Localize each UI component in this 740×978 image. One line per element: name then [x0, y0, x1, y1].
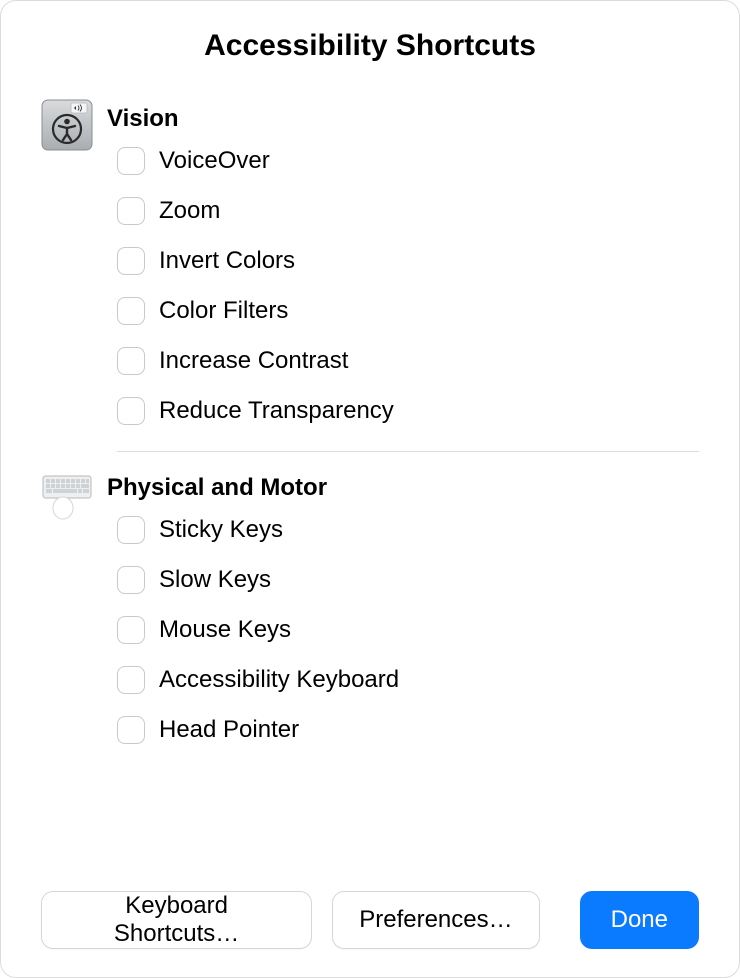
option-accessibility-keyboard: Accessibility Keyboard — [117, 666, 699, 694]
checkbox-slow-keys[interactable] — [117, 566, 145, 594]
checkbox-head-pointer[interactable] — [117, 716, 145, 744]
option-reduce-transparency: Reduce Transparency — [117, 397, 699, 425]
checkbox-mouse-keys[interactable] — [117, 616, 145, 644]
option-sticky-keys: Sticky Keys — [117, 516, 699, 544]
label-slow-keys: Slow Keys — [159, 566, 271, 594]
checkbox-sticky-keys[interactable] — [117, 516, 145, 544]
sections-container: Vision VoiceOver Zoom Invert Colors — [41, 105, 699, 871]
checkbox-reduce-transparency[interactable] — [117, 397, 145, 425]
keyboard-shortcuts-button[interactable]: Keyboard Shortcuts… — [41, 891, 312, 949]
label-head-pointer: Head Pointer — [159, 716, 299, 744]
section-physical: Physical and Motor Sticky Keys Slow Keys… — [41, 474, 699, 744]
checkbox-zoom[interactable] — [117, 197, 145, 225]
label-invert-colors: Invert Colors — [159, 247, 295, 275]
label-accessibility-keyboard: Accessibility Keyboard — [159, 666, 399, 694]
panel-title: Accessibility Shortcuts — [41, 29, 699, 63]
section-physical-body: Physical and Motor Sticky Keys Slow Keys… — [107, 474, 699, 744]
checkbox-voiceover[interactable] — [117, 147, 145, 175]
label-color-filters: Color Filters — [159, 297, 288, 325]
option-zoom: Zoom — [117, 197, 699, 225]
option-color-filters: Color Filters — [117, 297, 699, 325]
accessibility-shortcuts-panel: Accessibility Shortcuts — [0, 0, 740, 978]
section-divider — [117, 451, 699, 452]
label-zoom: Zoom — [159, 197, 220, 225]
checkbox-accessibility-keyboard[interactable] — [117, 666, 145, 694]
option-invert-colors: Invert Colors — [117, 247, 699, 275]
vision-options: VoiceOver Zoom Invert Colors Color Filte… — [107, 147, 699, 425]
label-increase-contrast: Increase Contrast — [159, 347, 348, 375]
option-mouse-keys: Mouse Keys — [117, 616, 699, 644]
section-vision: Vision VoiceOver Zoom Invert Colors — [41, 105, 699, 425]
done-button[interactable]: Done — [580, 891, 699, 949]
section-vision-title: Vision — [107, 105, 699, 133]
option-slow-keys: Slow Keys — [117, 566, 699, 594]
checkbox-color-filters[interactable] — [117, 297, 145, 325]
preferences-button[interactable]: Preferences… — [332, 891, 539, 949]
option-head-pointer: Head Pointer — [117, 716, 699, 744]
section-physical-title: Physical and Motor — [107, 474, 699, 502]
label-sticky-keys: Sticky Keys — [159, 516, 283, 544]
physical-options: Sticky Keys Slow Keys Mouse Keys Accessi… — [107, 516, 699, 744]
checkbox-invert-colors[interactable] — [117, 247, 145, 275]
option-increase-contrast: Increase Contrast — [117, 347, 699, 375]
accessibility-icon — [41, 99, 93, 151]
section-vision-body: Vision VoiceOver Zoom Invert Colors — [107, 105, 699, 425]
footer: Keyboard Shortcuts… Preferences… Done — [41, 891, 699, 949]
option-voiceover: VoiceOver — [117, 147, 699, 175]
keyboard-mouse-icon — [41, 468, 93, 520]
label-voiceover: VoiceOver — [159, 147, 270, 175]
checkbox-increase-contrast[interactable] — [117, 347, 145, 375]
label-reduce-transparency: Reduce Transparency — [159, 397, 394, 425]
label-mouse-keys: Mouse Keys — [159, 616, 291, 644]
